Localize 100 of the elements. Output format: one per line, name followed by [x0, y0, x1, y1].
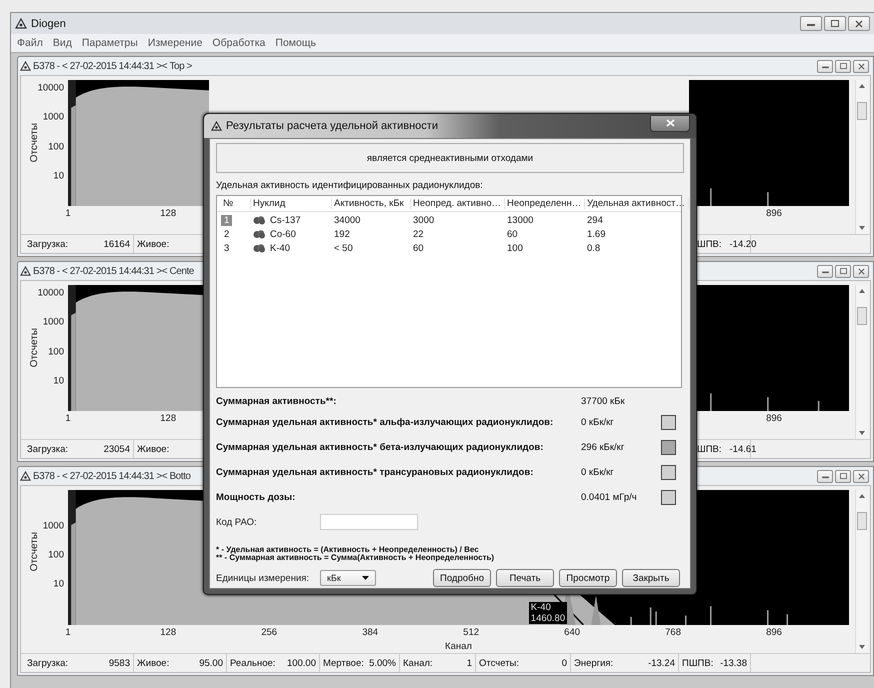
hazard-icon [20, 60, 31, 72]
caret-icon [362, 576, 369, 580]
status-label: Загрузка: [27, 444, 68, 454]
status-label: Живое: [137, 658, 170, 668]
total-value: 296 кБк/кг [581, 442, 626, 453]
column-header[interactable]: Неопред. активно… [411, 198, 505, 209]
close-button[interactable] [650, 114, 690, 132]
column-header[interactable]: Нуклид [251, 198, 332, 209]
menu-item[interactable]: Файл [17, 37, 43, 49]
table-cell-text: 22 [412, 228, 425, 240]
maximize-button[interactable] [835, 60, 851, 72]
status-value: 9583 [108, 658, 130, 668]
dialog-button[interactable]: Печать [496, 569, 554, 587]
total-label: Суммарная активность**: [216, 396, 338, 406]
status-value: -13.24 [648, 658, 675, 668]
vertical-scrollbar[interactable] [855, 490, 868, 653]
status-value: 0 [562, 658, 567, 668]
units-dropdown[interactable]: кБк [320, 570, 376, 586]
dialog-button[interactable]: Подробно [433, 569, 491, 587]
axis-tick-label: 10000 [38, 287, 64, 298]
dialog-button[interactable]: Закрыть [622, 569, 680, 587]
dialog-button[interactable]: Просмотр [559, 569, 617, 587]
status-value: 16164 [104, 238, 130, 250]
total-value: 0 кБк/кг [581, 417, 615, 428]
minimize-button[interactable] [817, 264, 833, 278]
maximize-button[interactable] [824, 16, 846, 31]
total-value: 0 кБк/кг [581, 467, 615, 478]
minimize-button[interactable] [817, 470, 833, 482]
column-header[interactable]: Удельная активност… [585, 198, 689, 209]
total-label: Суммарная удельная активность* трансурановых радионуклидов: [216, 467, 534, 478]
menu-item[interactable]: Вид [52, 37, 72, 49]
window-title: Б378 - < 27-02-2015 14:44:31 >< Top > [33, 60, 192, 72]
minimize-icon [822, 64, 828, 68]
window-title: Б378 - < 27-02-2015 14:44:31 >< Cente [33, 266, 194, 276]
row-number[interactable]: 3 [221, 242, 232, 254]
maximize-icon [840, 63, 846, 69]
menu-item[interactable]: Параметры [82, 37, 138, 49]
axis-tick-label: 100 [48, 141, 64, 152]
column-header[interactable]: Неопределенн… [505, 198, 585, 209]
axis-tick-label: 1000 [42, 520, 64, 532]
close-button[interactable] [848, 16, 870, 31]
footnote: ** - Суммарная активность = Сумма(Активность + Неопределенность) [216, 554, 496, 562]
axis-tick-label: 100 [48, 550, 64, 561]
table-cell-text: 192 [333, 228, 351, 240]
column-header[interactable]: Активность, кБк [332, 198, 411, 209]
field-label: Единицы измерения: [216, 572, 310, 584]
status-label: ШПВ: [697, 238, 722, 250]
close-button[interactable] [853, 264, 869, 278]
status-label: ШПВ: [697, 444, 722, 454]
field-label: Код РАО: [216, 516, 258, 528]
cluster-icon [253, 216, 266, 224]
peak-label: K-40 [528, 602, 568, 613]
status-value: 95.00 [199, 658, 223, 668]
hazard-icon [20, 266, 31, 276]
minimize-button[interactable] [817, 60, 833, 72]
close-button[interactable] [853, 60, 869, 72]
window-title: Б378 - < 27-02-2015 14:44:31 >< Botto [33, 470, 191, 482]
status-label: Живое: [137, 444, 170, 454]
status-value: 5.00% [369, 658, 396, 668]
dialog-title: Результаты расчета удельной активности [226, 120, 438, 132]
table-cell-text: 3000 [412, 214, 436, 226]
axis-tick-label: 384 [362, 627, 378, 638]
maximize-button[interactable] [835, 264, 851, 278]
status-value: 1 [466, 658, 472, 668]
axis-label: Канал [445, 641, 472, 653]
maximize-icon [840, 473, 846, 479]
vertical-scrollbar[interactable] [855, 285, 868, 439]
axis-tick-label: 768 [665, 627, 681, 638]
menu-item[interactable]: Обработка [212, 37, 266, 49]
table-cell-text: 0.8 [586, 242, 602, 254]
minimize-icon [822, 268, 828, 274]
axis-tick-label: 1000 [42, 316, 64, 328]
status-label: Загрузка: [27, 238, 68, 250]
status-label: Энергия: [574, 658, 614, 668]
total-value: 37700 кБк [581, 396, 626, 406]
nuclide-name: Co-60 [270, 228, 296, 240]
maximize-icon [831, 20, 839, 27]
axis-tick-label: 100 [48, 346, 64, 358]
close-button[interactable] [853, 470, 869, 482]
axis-tick-label: 1 [65, 208, 71, 219]
menu-item[interactable]: Помощь [275, 37, 316, 49]
axis-tick-label: 256 [261, 627, 278, 638]
vertical-scrollbar[interactable] [855, 80, 868, 234]
status-value: -13.38 [720, 658, 747, 668]
status-label: Канал: [403, 658, 433, 668]
table-cell-text: 34000 [333, 214, 362, 226]
axis-tick-label: 896 [766, 208, 782, 219]
code-field[interactable] [320, 514, 418, 530]
axis-tick-label: 10 [53, 170, 64, 182]
status-value: 23054 [104, 444, 130, 454]
table-cell-text: 60 [412, 242, 425, 254]
column-header[interactable]: № [221, 198, 251, 209]
cluster-icon [253, 244, 266, 252]
menu-item[interactable]: Измерение [148, 37, 202, 49]
axis-tick-label: 128 [160, 627, 176, 638]
maximize-button[interactable] [835, 470, 851, 482]
status-value: -14.20 [730, 238, 756, 250]
minimize-button[interactable] [800, 16, 822, 31]
row-number[interactable]: 2 [221, 228, 232, 240]
axis-tick-label: 512 [463, 627, 480, 638]
